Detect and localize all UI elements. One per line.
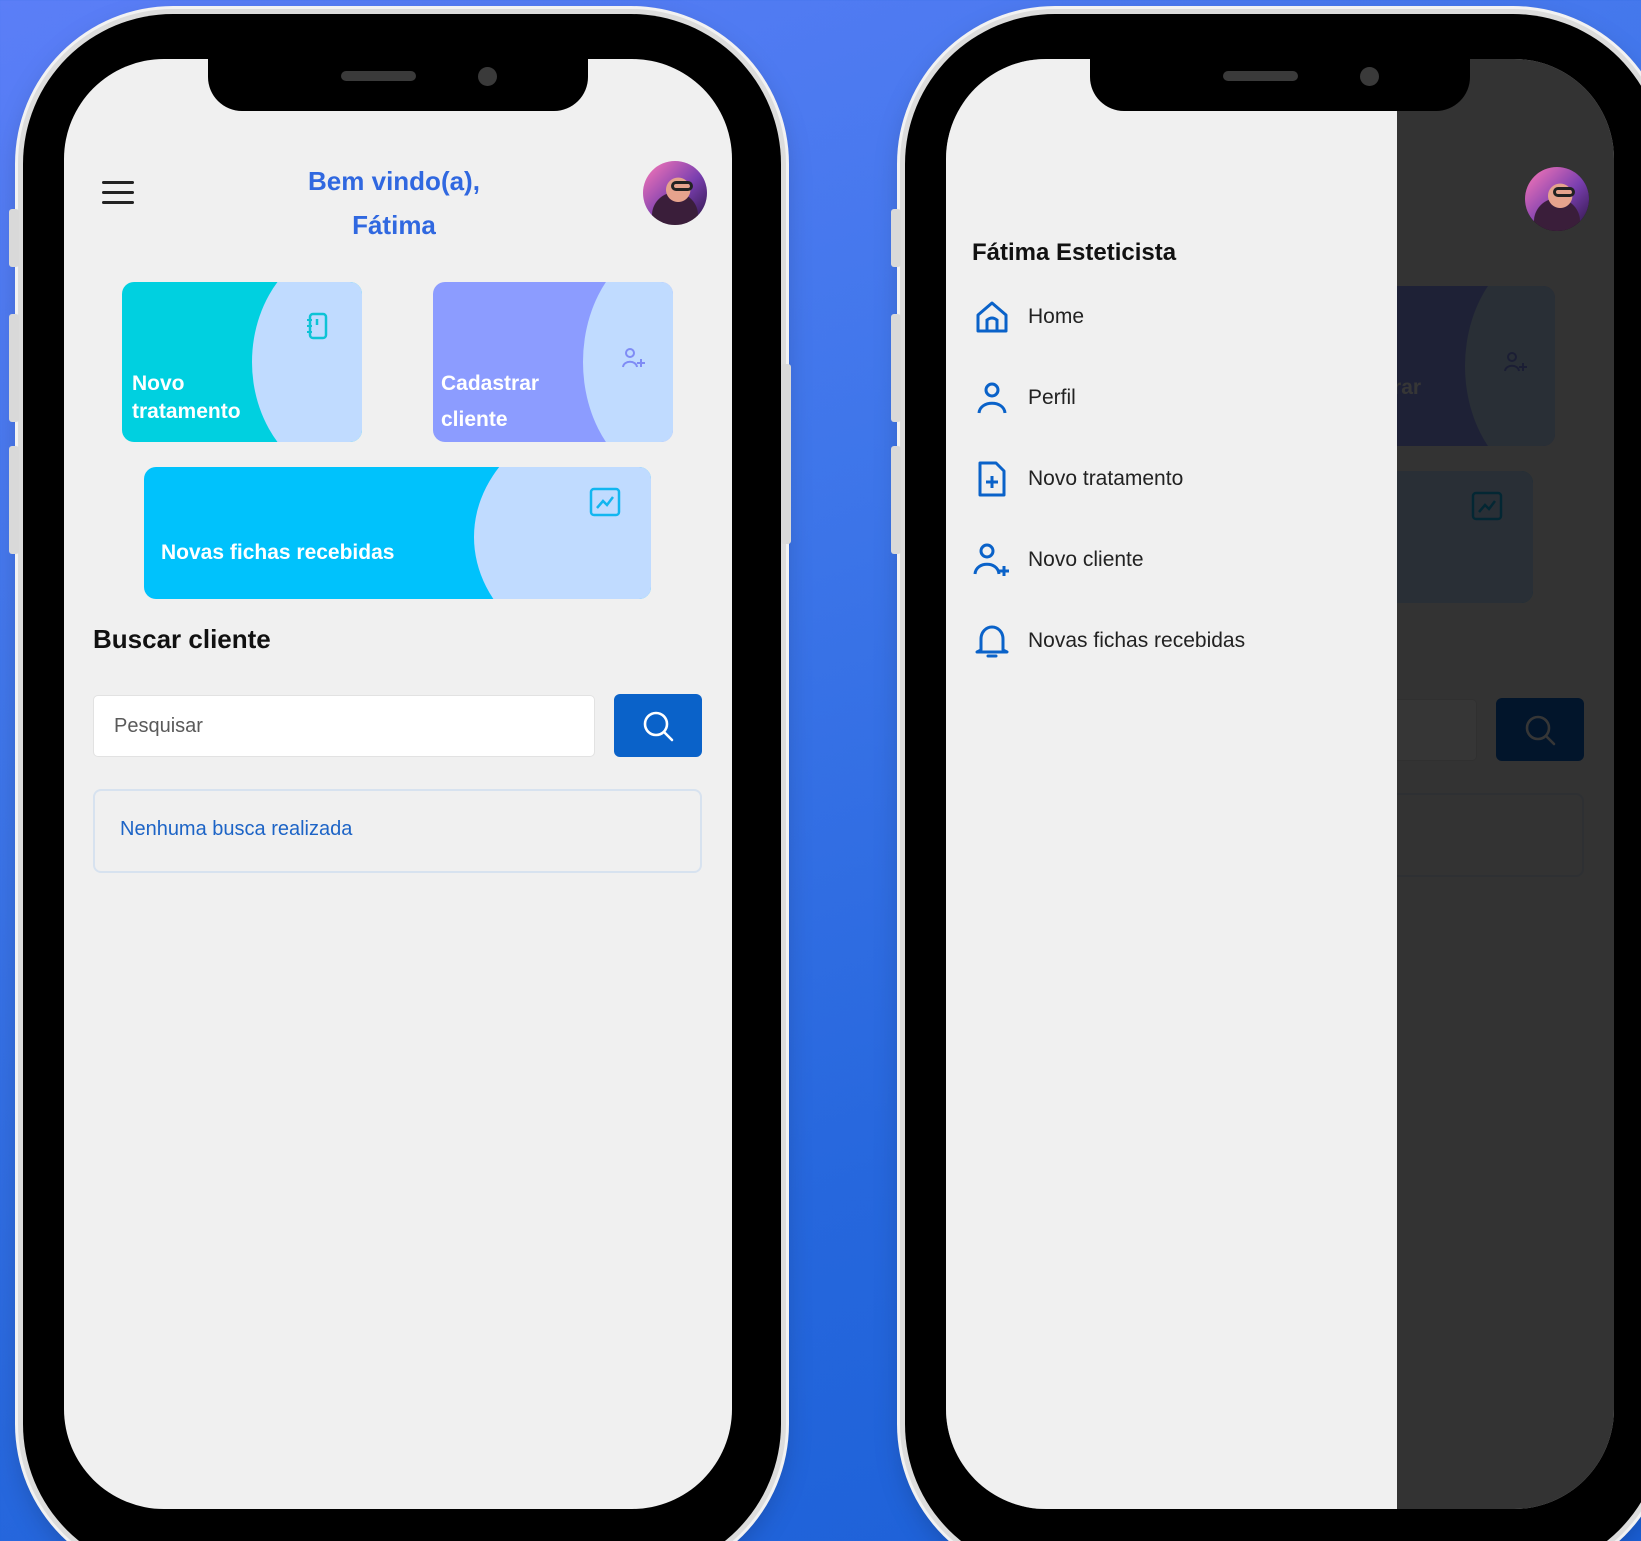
drawer-item-perfil[interactable]: Perfil — [972, 376, 1076, 420]
card-label-line-2: cliente — [441, 408, 508, 431]
drawer-item-home[interactable]: Home — [972, 295, 1084, 339]
search-input[interactable] — [93, 695, 595, 757]
chart-line-icon — [589, 487, 621, 517]
drawer-item-label: Novas fichas recebidas — [1028, 629, 1246, 652]
search-button[interactable] — [614, 694, 702, 757]
phone-side-button — [9, 209, 19, 267]
cadastrar-cliente-card[interactable]: Cadastrar cliente — [433, 282, 673, 442]
phone-drawer: Cadastrarcliente Fátima Esteticista Home — [891, 14, 1641, 1541]
card-label: Novas fichas recebidas — [161, 541, 395, 564]
drawer-item-novo-cliente[interactable]: Novo cliente — [972, 538, 1144, 582]
menu-icon[interactable] — [102, 181, 134, 205]
card-label-line-1: Cadastrar — [441, 372, 540, 395]
phone-volume-down — [9, 446, 19, 554]
notebook-icon — [307, 312, 328, 340]
phone-side-button — [891, 209, 901, 267]
search-result-box: Nenhuma busca realizada — [93, 789, 702, 873]
search-icon — [643, 711, 674, 741]
file-plus-icon — [978, 461, 1006, 497]
phone-home: Bem vindo(a), Fátima Novo tratamento Cada… — [9, 14, 791, 1541]
search-title: Buscar cliente — [93, 624, 271, 654]
novas-fichas-card[interactable]: Novas fichas recebidas — [144, 467, 651, 599]
avatar[interactable] — [643, 161, 707, 225]
welcome-user-name: Fátima — [352, 210, 436, 240]
phone-notch — [1090, 59, 1470, 111]
welcome-title: Bem vindo(a), Fátima — [184, 159, 604, 247]
card-label-line-2: tratamento — [132, 400, 241, 423]
drawer-item-label: Perfil — [1028, 386, 1076, 409]
drawer-item-label: Home — [1028, 305, 1085, 328]
user-plus-icon — [622, 348, 645, 368]
drawer-item-label: Novo cliente — [1028, 548, 1144, 571]
navigation-drawer: Fátima Esteticista Home Perfil Novo trat… — [946, 59, 1589, 1509]
bell-icon — [975, 625, 1009, 658]
phone-volume-up — [891, 314, 901, 422]
novo-tratamento-card[interactable]: Novo tratamento — [122, 282, 362, 442]
card-label-line-1: Novo — [132, 372, 185, 395]
home-icon — [976, 301, 1008, 333]
phone-volume-down — [891, 446, 901, 554]
drawer-item-novo-tratamento[interactable]: Novo tratamento — [972, 457, 1183, 501]
welcome-line-1: Bem vindo(a), — [308, 166, 480, 196]
drawer-item-novas-fichas[interactable]: Novas fichas recebidas — [972, 619, 1245, 663]
phone-volume-up — [9, 314, 19, 422]
drawer-item-label: Novo tratamento — [1028, 467, 1184, 490]
phone-power-button — [781, 364, 791, 544]
user-icon — [977, 382, 1007, 414]
phone-notch — [208, 59, 588, 111]
user-plus-icon — [973, 543, 1009, 576]
drawer-user-name: Fátima Esteticista — [972, 239, 1177, 266]
drawer-avatar[interactable] — [1525, 167, 1589, 231]
home-screen: Bem vindo(a), Fátima Novo tratamento Cada… — [64, 59, 732, 1509]
drawer-screen: Cadastrarcliente Fátima Esteticista Home — [946, 59, 1614, 1509]
empty-result-text: Nenhuma busca realizada — [120, 818, 353, 840]
